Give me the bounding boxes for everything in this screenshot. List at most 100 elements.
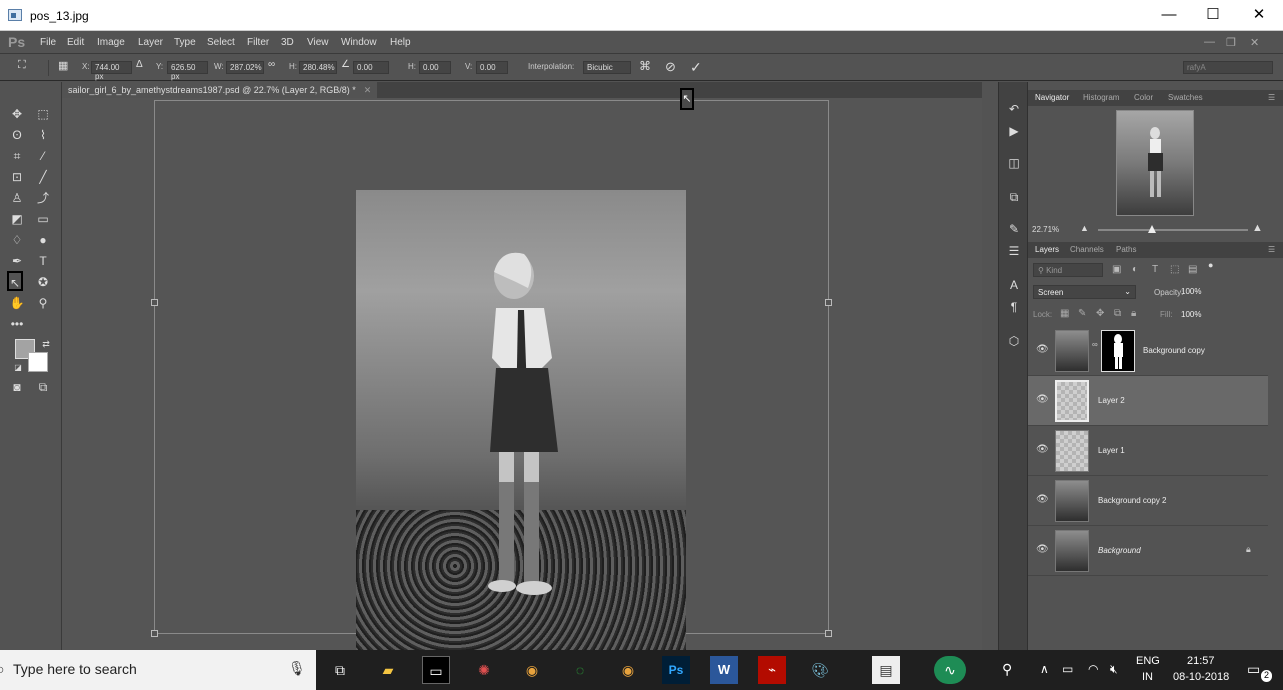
height-field[interactable]: 280.48%	[299, 61, 337, 74]
more-tools-icon[interactable]: •••	[7, 314, 27, 334]
file-explorer-icon[interactable]: ▰	[374, 656, 402, 684]
photoshop-taskbar-icon[interactable]: Ps	[662, 656, 690, 684]
filter-smart-object-icon[interactable]: ▤	[1188, 264, 1197, 275]
filter-shape-icon[interactable]: ⬚	[1170, 264, 1179, 275]
cancel-transform-icon[interactable]: ⊘	[665, 59, 676, 75]
visibility-eye-icon[interactable]: 👁︎	[1036, 444, 1049, 455]
volume-muted-icon[interactable]: 🔇︎	[1110, 662, 1118, 690]
battery-icon[interactable]: ▭	[1062, 662, 1073, 690]
zoom-out-icon[interactable]: ▲	[1080, 223, 1089, 233]
layer-filter-kind[interactable]: ⚲ Kind	[1033, 263, 1103, 277]
tab-color[interactable]: Color	[1134, 93, 1153, 102]
gradient-tool-icon[interactable]: ▭	[33, 209, 53, 229]
opacity-field[interactable]: 100%	[1179, 285, 1215, 299]
commit-transform-icon[interactable]: ✓	[690, 59, 702, 76]
tab-paths[interactable]: Paths	[1116, 245, 1136, 254]
activity-monitor-icon[interactable]: ∿	[934, 656, 966, 684]
visibility-eye-icon[interactable]: 👁︎	[1036, 344, 1049, 355]
actions-panel-icon[interactable]: ▶	[1004, 122, 1024, 140]
tab-channels[interactable]: Channels	[1070, 245, 1104, 254]
interpolation-select[interactable]: Bicubic	[583, 61, 631, 74]
microphone-icon[interactable]: 🎙︎	[288, 660, 306, 677]
angle-field[interactable]: 0.00	[353, 61, 389, 74]
link-icon[interactable]: ∞	[268, 59, 275, 70]
notepad-icon[interactable]: ▤	[872, 656, 900, 684]
filter-type-icon[interactable]: T	[1152, 264, 1158, 275]
visibility-eye-icon[interactable]: 👁︎	[1036, 544, 1049, 555]
background-color-swatch[interactable]	[28, 352, 48, 372]
brush-tool-icon[interactable]: ╱	[33, 167, 53, 187]
panel-menu-icon[interactable]: ☰	[1268, 93, 1275, 102]
adjustments-panel-icon[interactable]: ☰	[1004, 242, 1024, 260]
crop-tool-icon[interactable]: ⌗	[7, 146, 27, 166]
chrome-icon-2[interactable]: ◉	[614, 656, 642, 684]
layers-panel-menu-icon[interactable]: ☰	[1268, 245, 1275, 254]
eyedropper-tool-icon[interactable]: ⁄	[33, 146, 53, 166]
reference-point-icon[interactable]: ▦	[58, 59, 68, 72]
dodge-tool-icon[interactable]: ●	[33, 230, 53, 250]
zoom-in-icon[interactable]: ▲	[1252, 222, 1263, 234]
pen-tool-icon[interactable]: ✒	[7, 251, 27, 271]
tab-navigator[interactable]: Navigator	[1035, 93, 1069, 102]
document-tab[interactable]: sailor_girl_6_by_amethystdreams1987.psd …	[62, 82, 378, 98]
marquee-tool-icon[interactable]: ⬚	[33, 104, 53, 124]
properties-panel-icon[interactable]: ◫	[1004, 154, 1024, 172]
menu-window[interactable]: Window	[341, 37, 377, 48]
menu-image[interactable]: Image	[97, 37, 125, 48]
spot-healing-tool-icon[interactable]: ⊡	[7, 167, 27, 187]
lock-image-icon[interactable]: ✎	[1078, 308, 1086, 319]
close-tab-icon[interactable]: ✕	[364, 85, 372, 95]
custom-shape-tool-icon[interactable]: ✪	[33, 272, 53, 292]
region-indicator[interactable]: IN	[1142, 671, 1153, 690]
menu-select[interactable]: Select	[207, 37, 235, 48]
y-field[interactable]: 626.50 px	[167, 61, 208, 81]
visibility-eye-icon[interactable]: 👁︎	[1036, 494, 1049, 505]
lasso-tool-icon[interactable]: ʘ	[7, 125, 27, 145]
task-view-icon[interactable]: ⧉	[326, 656, 354, 684]
word-icon[interactable]: W	[710, 656, 738, 684]
acrobat-icon[interactable]: ⌁	[758, 656, 786, 684]
network-app-icon[interactable]: ✺	[470, 656, 498, 684]
history-brush-tool-icon[interactable]: ⤴	[33, 188, 53, 208]
blend-mode-select[interactable]: Screen ⌄	[1033, 285, 1136, 299]
move-tool-icon[interactable]: ✥	[7, 104, 27, 124]
path-selection-tool-icon[interactable]: ↖	[7, 271, 23, 291]
quick-select-tool-icon[interactable]: ⌇	[33, 125, 53, 145]
3d-panel-icon[interactable]: ⬡	[1004, 332, 1024, 350]
layer-row-background-copy-2[interactable]: 👁︎ Background copy 2	[1028, 476, 1268, 526]
blur-tool-icon[interactable]: ♢	[7, 230, 27, 250]
lock-artboard-icon[interactable]: ⧉	[1114, 308, 1121, 319]
transform-handle-bottom-left[interactable]	[151, 630, 158, 637]
tab-layers[interactable]: Layers	[1035, 245, 1059, 254]
default-colors-icon[interactable]: ◪	[8, 358, 28, 378]
navigator-zoom-value[interactable]: 22.71%	[1032, 225, 1059, 234]
doc-close-button[interactable]: ✕	[1250, 36, 1259, 49]
tab-swatches[interactable]: Swatches	[1168, 93, 1203, 102]
layer-row-layer-1[interactable]: 👁︎ Layer 1	[1028, 426, 1268, 476]
minimize-button[interactable]: —	[1158, 6, 1180, 24]
workspace-select[interactable]: rafyA	[1183, 61, 1273, 74]
clone-stamp-tool-icon[interactable]: ♙	[7, 188, 27, 208]
fill-field[interactable]: 100%	[1179, 308, 1215, 322]
eraser-tool-icon[interactable]: ◩	[7, 209, 27, 229]
show-hidden-icons[interactable]: ∧	[1040, 662, 1049, 690]
history-panel-icon[interactable]: ↶	[1004, 100, 1024, 118]
mask-link-icon[interactable]: ∞	[1092, 340, 1098, 349]
menu-help[interactable]: Help	[390, 37, 411, 48]
notifications-icon[interactable]: ▭	[1247, 661, 1260, 690]
layer-row-background[interactable]: 👁︎ Background 🔒︎	[1028, 526, 1268, 576]
visibility-eye-icon[interactable]: 👁︎	[1036, 394, 1049, 405]
chrome-icon[interactable]: ◉	[518, 656, 546, 684]
taskbar-search-box[interactable]: ○ Type here to search 🎙︎	[0, 650, 316, 690]
brushes-panel-icon[interactable]: ✎	[1004, 220, 1024, 238]
menu-view[interactable]: View	[307, 37, 329, 48]
vskew-field[interactable]: 0.00	[476, 61, 508, 74]
hskew-field[interactable]: 0.00	[419, 61, 451, 74]
doc-minimize-button[interactable]: —	[1204, 36, 1215, 48]
layer-row-layer-2[interactable]: 👁︎ Layer 2	[1028, 376, 1268, 426]
menu-edit[interactable]: Edit	[67, 37, 84, 48]
filter-adjustment-icon[interactable]: ◐	[1132, 264, 1138, 275]
loading-app-icon[interactable]: ◌	[566, 656, 594, 684]
x-field[interactable]: 744.00 px	[91, 61, 132, 81]
transform-handle-bottom-right[interactable]	[825, 630, 832, 637]
